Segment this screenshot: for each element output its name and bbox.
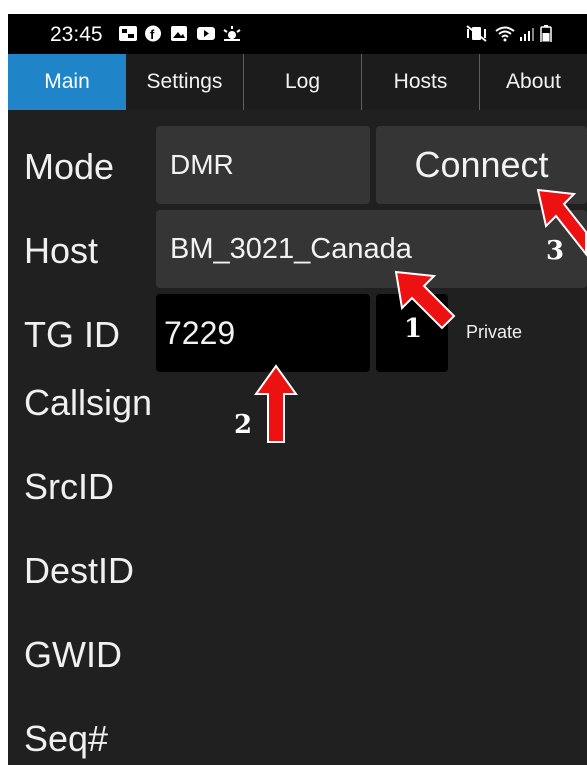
gwid-label: GWID bbox=[24, 634, 122, 675]
battery-icon bbox=[540, 25, 552, 42]
svg-text:f: f bbox=[150, 27, 155, 42]
tg-id-input[interactable]: 7229 bbox=[156, 294, 370, 372]
tab-hosts[interactable]: Hosts bbox=[362, 54, 480, 110]
private-label: Private bbox=[466, 322, 523, 342]
weather-icon bbox=[223, 26, 241, 41]
wifi-icon bbox=[495, 26, 515, 42]
status-time: 23:45 bbox=[50, 23, 103, 46]
tab-about[interactable]: About bbox=[480, 54, 587, 110]
image-icon bbox=[171, 26, 187, 41]
callsign-label: Callsign bbox=[24, 382, 153, 423]
annotation-number-3: 3 bbox=[546, 236, 565, 266]
tab-log[interactable]: Log bbox=[244, 54, 362, 110]
mode-label: Mode bbox=[24, 146, 115, 187]
host-label: Host bbox=[24, 230, 99, 271]
gallery-notification-icon bbox=[119, 26, 137, 41]
signal-icon bbox=[520, 28, 534, 41]
youtube-icon bbox=[197, 27, 215, 40]
host-value: BM_3021_Canada bbox=[170, 232, 412, 265]
destid-label: DestID bbox=[24, 550, 135, 591]
tab-main[interactable]: Main bbox=[8, 54, 126, 110]
status-bar: 23:45 f bbox=[8, 14, 587, 54]
annotation-arrow-2 bbox=[254, 364, 298, 443]
phone-screen: 23:45 f Main Settings Log Hosts About Mo… bbox=[8, 14, 587, 765]
mode-value: DMR bbox=[170, 149, 234, 180]
tg-id-label: TG ID bbox=[24, 314, 120, 355]
mute-vibrate-icon bbox=[466, 25, 487, 42]
annotation-number-2: 2 bbox=[234, 410, 253, 440]
host-dropdown[interactable]: BM_3021_Canada bbox=[156, 210, 587, 288]
seq-label: Seq# bbox=[24, 718, 109, 759]
tab-settings[interactable]: Settings bbox=[126, 54, 244, 110]
tg-id-value: 7229 bbox=[164, 314, 236, 351]
tab-bar: Main Settings Log Hosts About bbox=[8, 54, 587, 110]
annotation-arrow-1 bbox=[394, 270, 456, 330]
annotation-number-1: 1 bbox=[404, 314, 423, 344]
connect-label: Connect bbox=[414, 144, 549, 185]
mode-dropdown[interactable]: DMR bbox=[156, 126, 370, 204]
srcid-label: SrcID bbox=[24, 466, 114, 507]
facebook-icon: f bbox=[145, 25, 161, 42]
